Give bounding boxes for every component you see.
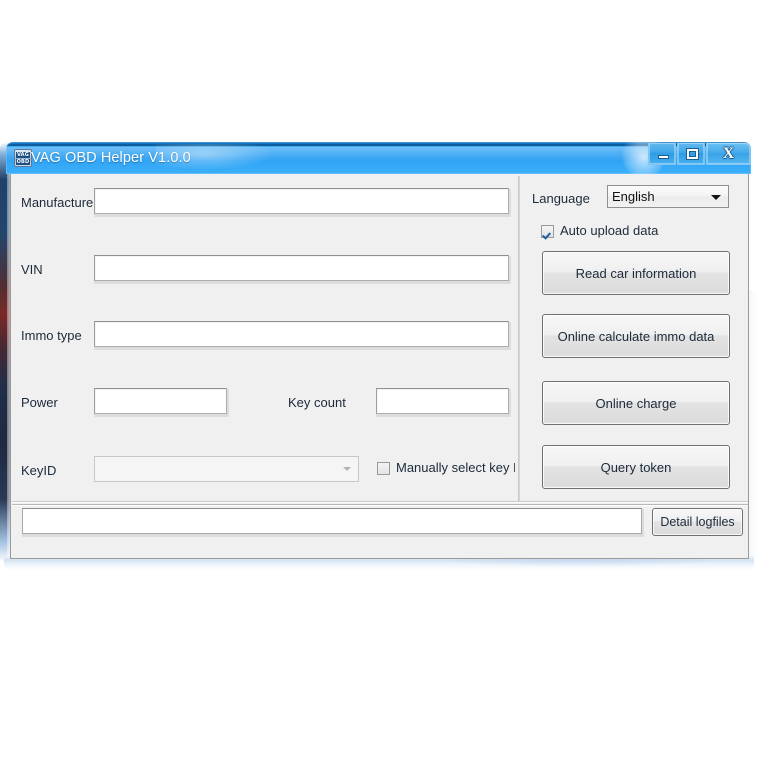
power-input[interactable] bbox=[94, 388, 227, 414]
chevron-down-icon bbox=[343, 467, 351, 471]
query-token-button[interactable]: Query token bbox=[542, 445, 730, 489]
auto-upload-data-label: Auto upload data bbox=[560, 223, 659, 238]
language-label: Language bbox=[532, 191, 590, 206]
window-glass-right-edge bbox=[748, 290, 758, 558]
minimize-button[interactable] bbox=[648, 143, 676, 165]
manually-select-key-label: Manually select key I bbox=[396, 460, 515, 475]
immo-type-input[interactable] bbox=[94, 321, 509, 347]
client-inner: Manufacture VIN Immo type Power Key coun… bbox=[11, 174, 748, 558]
panel-horizontal-divider bbox=[12, 501, 748, 503]
manually-select-key-checkbox[interactable]: Manually select key I bbox=[377, 460, 515, 476]
window-controls: X bbox=[648, 143, 751, 166]
manual-key-clip: Manually select key I bbox=[377, 455, 515, 481]
app-icon-line2: OBD bbox=[16, 159, 30, 165]
key-count-label: Key count bbox=[288, 395, 346, 410]
window-title: VAG OBD Helper V1.0.0 bbox=[31, 150, 191, 166]
key-count-input[interactable] bbox=[376, 388, 509, 414]
read-car-information-button[interactable]: Read car information bbox=[542, 251, 730, 295]
power-label: Power bbox=[21, 395, 58, 410]
detail-logfiles-button[interactable]: Detail logfiles bbox=[652, 508, 743, 536]
vin-input[interactable] bbox=[94, 255, 509, 281]
maximize-button[interactable] bbox=[677, 143, 705, 165]
close-button[interactable]: X bbox=[706, 143, 751, 165]
online-calculate-immo-data-button[interactable]: Online calculate immo data bbox=[542, 314, 730, 358]
language-combobox-value: English bbox=[612, 188, 655, 204]
keyid-label: KeyID bbox=[21, 463, 57, 478]
close-icon: X bbox=[722, 145, 735, 162]
manufacture-label: Manufacture bbox=[21, 195, 94, 210]
client-area: Manufacture VIN Immo type Power Key coun… bbox=[10, 174, 749, 559]
statusbar-top-highlight bbox=[12, 505, 748, 506]
vin-label: VIN bbox=[21, 262, 43, 277]
panel-vertical-divider bbox=[518, 176, 520, 501]
immo-type-label: Immo type bbox=[21, 328, 82, 343]
online-charge-button[interactable]: Online charge bbox=[542, 381, 730, 425]
language-combobox[interactable]: English bbox=[607, 185, 729, 208]
manufacture-input[interactable] bbox=[94, 188, 509, 214]
minimize-icon bbox=[658, 155, 669, 159]
manually-select-key-box[interactable] bbox=[377, 461, 390, 475]
auto-upload-data-checkbox[interactable]: Auto upload data bbox=[541, 223, 658, 239]
keyid-combobox[interactable] bbox=[94, 456, 359, 482]
log-input[interactable] bbox=[22, 508, 642, 534]
maximize-icon bbox=[687, 149, 698, 159]
chevron-down-icon bbox=[711, 194, 721, 200]
app-icon: VAG OBD bbox=[14, 149, 32, 167]
auto-upload-data-box[interactable] bbox=[541, 224, 554, 238]
app-icon-line1: VAG bbox=[16, 152, 30, 158]
